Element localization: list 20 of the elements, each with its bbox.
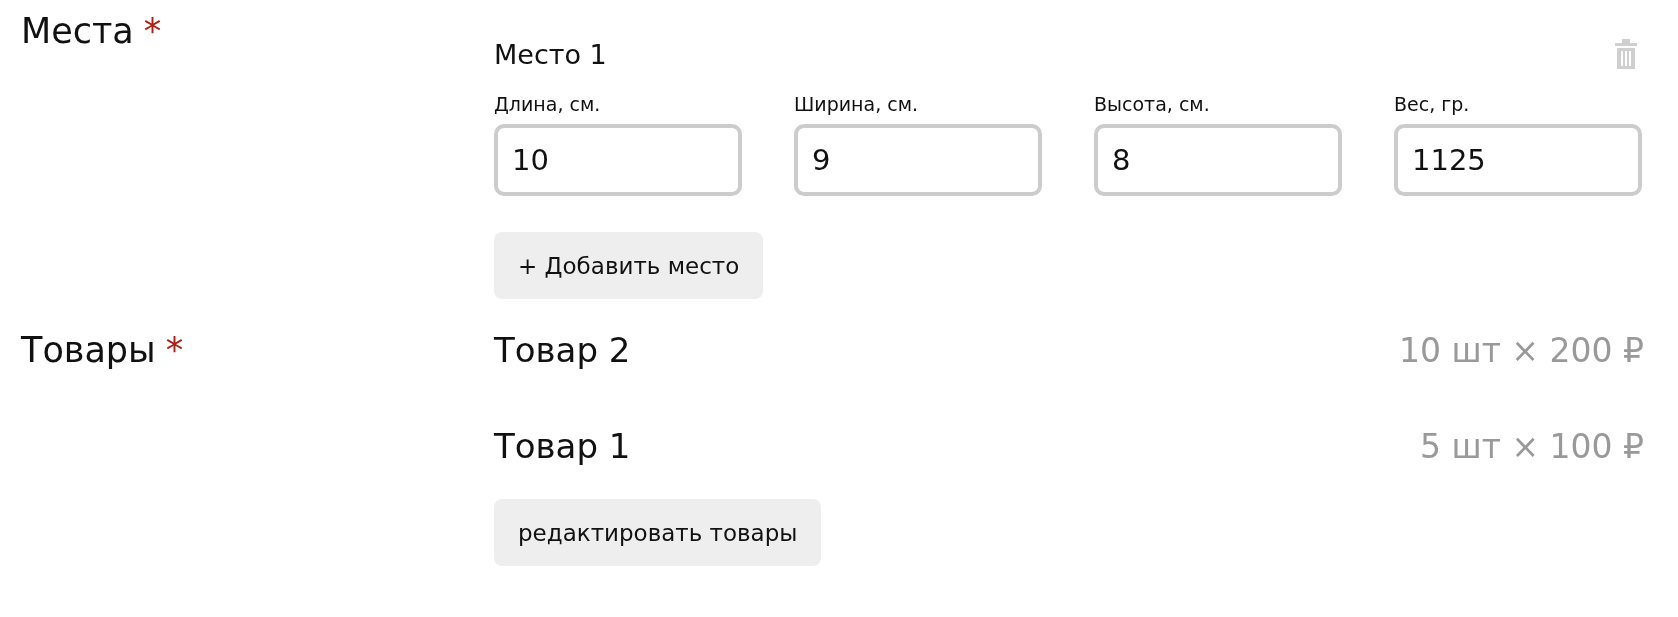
place-title: Место 1 <box>494 38 607 70</box>
input-field[interactable]: 9 <box>794 124 1042 196</box>
field-label: Ширина, см. <box>794 92 920 117</box>
quantity-price: 5 шт × 100 ₽ <box>1420 426 1644 466</box>
input-field[interactable]: 1125 <box>1394 124 1642 196</box>
input-field[interactable]: 10 <box>494 124 742 196</box>
edit-products-button[interactable]: редактировать товары <box>494 499 822 566</box>
quantity-price: 10 шт × 200 ₽ <box>1399 330 1644 370</box>
field-label: Вес, гр. <box>1394 92 1471 117</box>
required-mark: * <box>165 329 184 372</box>
product-name: Товар 1 <box>494 426 631 466</box>
input-field[interactable]: 8 <box>1094 124 1342 196</box>
product-name: Товар 2 <box>494 330 631 370</box>
section-label: Места <box>21 10 134 53</box>
add-place-button[interactable]: + Добавить место <box>494 232 764 299</box>
field-label: Высота, см. <box>1094 92 1211 117</box>
required-mark: * <box>143 10 162 53</box>
field-label: Длина, см. <box>494 92 602 117</box>
trash-icon[interactable] <box>1614 37 1638 71</box>
section-label: Товары <box>21 329 156 372</box>
